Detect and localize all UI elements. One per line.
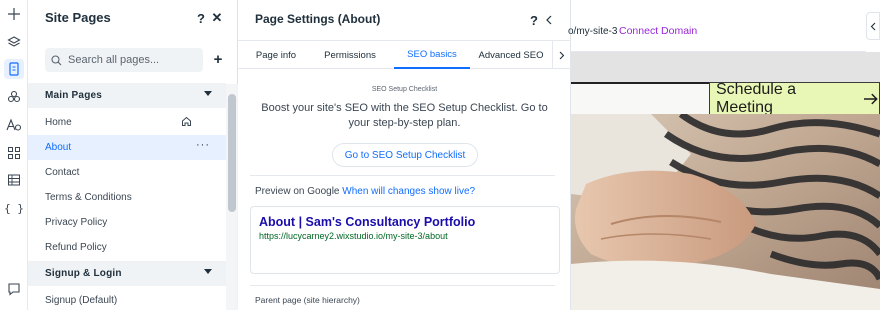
- chat-icon[interactable]: [4, 279, 24, 299]
- caret-down-icon: [204, 269, 212, 274]
- left-tool-rail: { }: [0, 0, 28, 310]
- section-signup-login[interactable]: Signup & Login: [28, 261, 226, 286]
- table-icon[interactable]: [4, 170, 24, 190]
- schedule-meeting-button[interactable]: Schedule a Meeting: [709, 80, 880, 116]
- chevron-right-icon[interactable]: [552, 41, 571, 69]
- page-item-label: Contact: [45, 167, 80, 178]
- caret-down-icon: [204, 91, 212, 96]
- page-item-refund[interactable]: Refund Policy: [28, 235, 226, 260]
- page-item-label: Signup (Default): [45, 295, 118, 306]
- home-icon: [181, 116, 192, 130]
- page-item-signup[interactable]: Signup (Default): [28, 288, 226, 310]
- help-button[interactable]: ?: [526, 11, 542, 29]
- arrow-right-icon: [864, 93, 879, 104]
- section-label: Signup & Login: [45, 268, 122, 279]
- collapse-panel-icon[interactable]: [866, 12, 880, 40]
- divider: [250, 285, 555, 286]
- site-canvas: o/my-site-3 Connect Domain Schedule a Me…: [568, 0, 880, 310]
- preview-label: Preview on Google: [255, 186, 340, 197]
- settings-tabs: Page info Permissions SEO basics Advance…: [238, 40, 571, 69]
- tab-page-info[interactable]: Page info: [246, 41, 306, 69]
- search-icon: [51, 54, 62, 65]
- checklist-description: Boost your site's SEO with the SEO Setup…: [261, 102, 548, 129]
- help-button[interactable]: ?: [193, 9, 209, 27]
- google-preview-box: About | Sam's Consultancy Portfolio http…: [250, 206, 560, 274]
- add-page-button[interactable]: +: [210, 50, 226, 68]
- page-item-label: Terms & Conditions: [45, 192, 132, 203]
- pages-icon[interactable]: [4, 59, 24, 79]
- design-icon[interactable]: [4, 87, 24, 107]
- scrollbar-thumb[interactable]: [228, 94, 236, 212]
- page-item-label: Home: [45, 117, 72, 128]
- hero-image: [571, 114, 880, 310]
- text-theme-icon[interactable]: [4, 115, 24, 135]
- panel-title: Site Pages: [45, 10, 111, 25]
- parent-page-label: Parent page (site hierarchy): [255, 295, 360, 305]
- page-item-contact[interactable]: Contact: [28, 160, 226, 185]
- google-result-url: https://lucycarney2.wixstudio.io/my-site…: [259, 231, 448, 241]
- page-item-label: Privacy Policy: [45, 217, 108, 228]
- layers-icon[interactable]: [4, 32, 24, 52]
- schedule-label: Schedule a Meeting: [716, 80, 797, 116]
- page-item-home[interactable]: Home: [28, 110, 226, 135]
- site-pages-panel: Site Pages ? ✕ Search all pages... + Mai…: [28, 0, 238, 310]
- section-main-pages[interactable]: Main Pages: [28, 83, 226, 108]
- divider: [250, 175, 555, 176]
- go-to-checklist-button[interactable]: Go to SEO Setup Checklist: [332, 143, 478, 167]
- page-item-about[interactable]: About ···: [28, 135, 226, 160]
- search-input[interactable]: Search all pages...: [45, 48, 203, 72]
- site-url: o/my-site-3: [568, 26, 618, 37]
- google-result-title: About | Sam's Consultancy Portfolio: [259, 215, 476, 229]
- back-arrow-icon[interactable]: [541, 11, 557, 29]
- google-preview-row: Preview on Google When will changes show…: [255, 186, 475, 197]
- page-item-label: About: [45, 142, 72, 153]
- changes-live-link[interactable]: When will changes show live?: [342, 186, 475, 197]
- apps-icon[interactable]: [4, 143, 24, 163]
- page-settings-panel: Page Settings (About) ? Page info Permis…: [238, 0, 571, 310]
- more-options-icon[interactable]: ···: [196, 139, 210, 151]
- search-placeholder: Search all pages...: [68, 54, 160, 66]
- connect-domain-link[interactable]: Connect Domain: [619, 25, 697, 37]
- page-item-privacy[interactable]: Privacy Policy: [28, 210, 226, 235]
- panel-title: Page Settings (About): [255, 12, 381, 26]
- section-label: Main Pages: [45, 90, 103, 101]
- canvas-background: [571, 52, 880, 82]
- tab-advanced-seo[interactable]: Advanced SEO: [474, 41, 548, 69]
- tab-seo-basics[interactable]: SEO basics: [394, 41, 470, 69]
- checklist-label: SEO Setup Checklist: [371, 86, 438, 93]
- page-item-label: Refund Policy: [45, 242, 107, 253]
- url-bar: o/my-site-3 Connect Domain: [568, 12, 866, 52]
- add-icon[interactable]: [4, 4, 24, 24]
- tab-permissions[interactable]: Permissions: [314, 41, 386, 69]
- page-item-terms[interactable]: Terms & Conditions: [28, 185, 226, 210]
- code-icon[interactable]: { }: [4, 198, 24, 218]
- close-button[interactable]: ✕: [209, 9, 225, 27]
